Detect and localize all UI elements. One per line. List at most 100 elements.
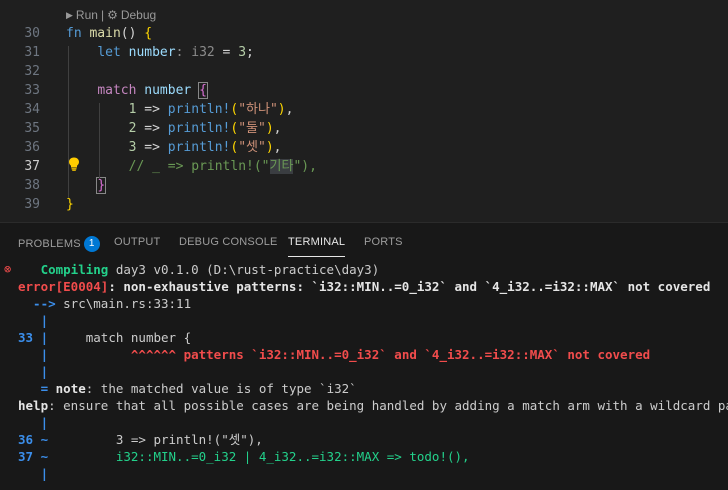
terminal-text: help: ensure that all possible cases are… <box>18 397 728 414</box>
terminal-span: | <box>18 313 49 328</box>
code-line[interactable]: 36 3 => println!("셋"), <box>0 138 728 157</box>
terminal-span: ^^^^^^ patterns `i32::MIN..=0_i32` and `… <box>48 347 651 362</box>
tab-output[interactable]: OUTPUT <box>114 236 160 248</box>
terminal-line: ⊗ Compiling day3 v0.1.0 (D:\rust-practic… <box>0 261 728 278</box>
tab-problems[interactable]: PROBLEMS 1 <box>18 236 100 252</box>
code-token: main <box>89 26 121 41</box>
line-code: match number { <box>66 81 208 100</box>
terminal-text: 33 | match number { <box>18 329 191 346</box>
terminal-span: 3 => println!("셋"), <box>48 432 263 447</box>
terminal-line: error[E0004]: non-exhaustive patterns: `… <box>0 278 728 295</box>
codelens-debug[interactable]: Debug <box>121 8 156 22</box>
line-number: 31 <box>24 45 40 60</box>
terminal-span: day3 v0.1.0 (D:\rust-practice\day3) <box>108 262 380 277</box>
code-line[interactable]: 34 1 => println!("하나"), <box>0 100 728 119</box>
code-line[interactable]: 30 fn main() { <box>0 24 728 43</box>
code-token: ; <box>246 45 254 60</box>
code-line[interactable]: 37 // _ => println!("기타"), <box>0 157 728 176</box>
tab-label: OUTPUT <box>114 236 161 248</box>
code-token: println! <box>167 102 231 117</box>
code-token: => <box>136 102 168 117</box>
terminal-span: : non-exhaustive patterns: `i32::MIN..=0… <box>108 279 711 294</box>
code-line[interactable]: 31 let number: i32 = 3; <box>0 43 728 62</box>
code-line[interactable]: 38 } <box>0 176 728 195</box>
line-number: 33 <box>24 83 40 98</box>
tab-ports[interactable]: PORTS <box>364 236 403 248</box>
code-token: println! <box>167 140 231 155</box>
tab-terminal[interactable]: TERMINAL <box>288 236 346 257</box>
code-token: , <box>285 102 294 117</box>
terminal-span: : ensure that all possible cases are bei… <box>48 398 728 413</box>
code-token: } <box>66 197 74 212</box>
terminal-text: 36 ~ 3 => println!("셋"), <box>18 431 263 448</box>
code-token: { <box>198 82 208 99</box>
terminal-line: = note: the matched value is of type `i3… <box>0 380 728 397</box>
terminal-span: error[E0004] <box>18 279 109 294</box>
terminal-line: | <box>0 363 728 380</box>
terminal-line: | <box>0 312 728 329</box>
code-token: = <box>214 45 239 60</box>
problems-count-badge: 1 <box>83 236 100 252</box>
code-line[interactable]: 33 match number { <box>0 81 728 100</box>
code-token: ) <box>265 140 274 155</box>
tab-label: DEBUG CONSOLE <box>179 236 278 248</box>
code-line[interactable]: 39} <box>0 195 728 214</box>
codelens-run[interactable]: Run <box>76 8 98 22</box>
code-token: , <box>273 121 282 136</box>
line-code: fn main() { <box>66 24 152 43</box>
terminal-text: Compiling day3 v0.1.0 (D:\rust-practice\… <box>18 261 380 278</box>
terminal-text: error[E0004]: non-exhaustive patterns: `… <box>18 278 710 295</box>
code-token: 기타 <box>269 159 294 174</box>
bottom-panel: PROBLEMS 1 OUTPUT DEBUG CONSOLE TERMINAL … <box>0 222 728 490</box>
code-token: 3 <box>238 45 247 60</box>
debug-gear-icon: ⚙ <box>107 8 118 22</box>
terminal-line: 37 ~ i32::MIN..=0_i32 | 4_i32..=i32::MAX… <box>0 448 728 465</box>
code-line[interactable]: 32 <box>0 62 728 81</box>
line-number: 32 <box>24 64 40 79</box>
code-editor[interactable]: ▶ Run | ⚙ Debug 30 fn main() {31 let numb… <box>0 0 728 222</box>
code-token: match <box>97 83 137 98</box>
panel-tabs: PROBLEMS 1 OUTPUT DEBUG CONSOLE TERMINAL … <box>0 223 728 263</box>
code-line[interactable]: 35 2 => println!("둘"), <box>0 119 728 138</box>
terminal-line: 33 | match number { <box>0 329 728 346</box>
tab-debug-console[interactable]: DEBUG CONSOLE <box>179 236 278 248</box>
terminal-text: | <box>18 363 49 380</box>
terminal-span: | <box>18 466 49 481</box>
terminal-text: = note: the matched value is of type `i3… <box>18 380 357 397</box>
line-number: 30 <box>24 26 40 41</box>
terminal-span: Compiling <box>18 262 109 277</box>
code-token: "셋" <box>238 140 266 155</box>
code-token: "), <box>293 159 317 174</box>
line-number: 39 <box>24 197 40 212</box>
codelens-separator: | <box>100 8 105 22</box>
code-token: () <box>120 26 145 41</box>
code-token: // _ => println!(" <box>128 159 270 174</box>
terminal-text: | <box>18 465 49 482</box>
terminal-line: | ^^^^^^ patterns `i32::MIN..=0_i32` and… <box>0 346 728 363</box>
terminal-line: 36 ~ 3 => println!("셋"), <box>0 431 728 448</box>
terminal-text: 37 ~ i32::MIN..=0_i32 | 4_i32..=i32::MAX… <box>18 448 470 465</box>
line-code: let number: i32 = 3; <box>66 43 254 62</box>
terminal-span: help <box>18 398 49 413</box>
line-number: 34 <box>24 102 40 117</box>
lightbulb-icon[interactable] <box>68 157 80 171</box>
terminal-span: 33 | <box>18 330 49 345</box>
tab-label: PROBLEMS <box>18 237 81 250</box>
code-token: { <box>144 26 153 41</box>
terminal-span: note <box>55 381 86 396</box>
code-token: number <box>128 45 176 60</box>
code-token: number <box>144 83 192 98</box>
code-token: println! <box>167 121 231 136</box>
code-token: , <box>273 140 282 155</box>
code-token: let <box>97 45 121 60</box>
line-code: // _ => println!("기타"), <box>66 157 317 176</box>
line-code: 1 => println!("하나"), <box>66 100 294 119</box>
terminal-line: | <box>0 414 728 431</box>
code-token: => <box>136 140 168 155</box>
terminal-span: match number { <box>48 330 192 345</box>
